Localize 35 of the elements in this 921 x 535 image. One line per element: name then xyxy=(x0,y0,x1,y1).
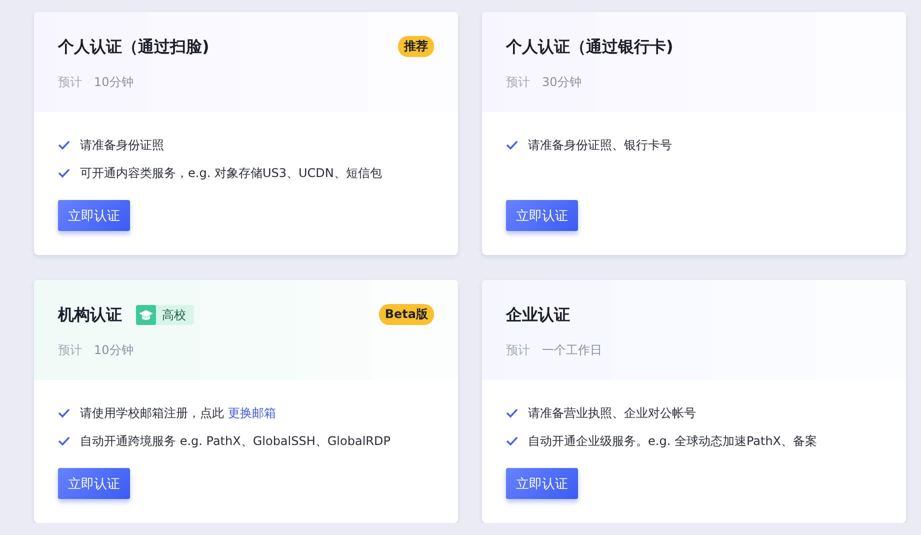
card-title: 个人认证（通过银行卡) xyxy=(506,36,674,58)
badge: Beta版 xyxy=(378,304,434,325)
badge: 推荐 xyxy=(398,36,434,57)
requirement-text: 请准备身份证照、银行卡号 xyxy=(528,136,672,154)
check-icon xyxy=(58,168,70,178)
requirement-text: 请使用学校邮箱注册，点此 更换邮箱 xyxy=(80,404,276,422)
check-icon xyxy=(58,436,70,446)
check-icon xyxy=(58,140,70,150)
card-title: 企业认证 xyxy=(506,304,570,326)
requirement-text: 自动开通跨境服务 e.g. PathX、GlobalSSH、GlobalRDP xyxy=(80,432,390,450)
requirement-text: 请准备营业执照、企业对公帐号 xyxy=(528,404,696,422)
requirement-text: 请准备身份证照 xyxy=(80,136,164,154)
card-title: 个人认证（通过扫脸) xyxy=(58,36,210,58)
card-title: 机构认证 xyxy=(58,304,122,326)
graduation-cap-icon xyxy=(136,305,156,325)
estimate-value: 10分钟 xyxy=(94,74,134,91)
estimate-value: 10分钟 xyxy=(94,342,134,359)
verify-button[interactable]: 立即认证 xyxy=(506,468,578,499)
estimate-label: 预计 xyxy=(58,74,82,91)
university-tag: 高校 xyxy=(136,305,194,325)
estimate-value: 一个工作日 xyxy=(542,342,602,359)
verify-button[interactable]: 立即认证 xyxy=(506,200,578,231)
requirement-text: 可开通内容类服务，e.g. 对象存储US3、UCDN、短信包 xyxy=(80,164,382,182)
estimate-label: 预计 xyxy=(506,74,530,91)
requirement-text: 自动开通企业级服务。e.g. 全球动态加速PathX、备案 xyxy=(528,432,818,450)
check-icon xyxy=(58,408,70,418)
change-email-link[interactable]: 更换邮箱 xyxy=(228,406,276,420)
check-icon xyxy=(506,140,518,150)
estimate-label: 预计 xyxy=(506,342,530,359)
check-icon xyxy=(506,436,518,446)
estimate-label: 预计 xyxy=(58,342,82,359)
verify-button[interactable]: 立即认证 xyxy=(58,468,130,499)
verify-button[interactable]: 立即认证 xyxy=(58,200,130,231)
estimate-value: 30分钟 xyxy=(542,74,582,91)
check-icon xyxy=(506,408,518,418)
